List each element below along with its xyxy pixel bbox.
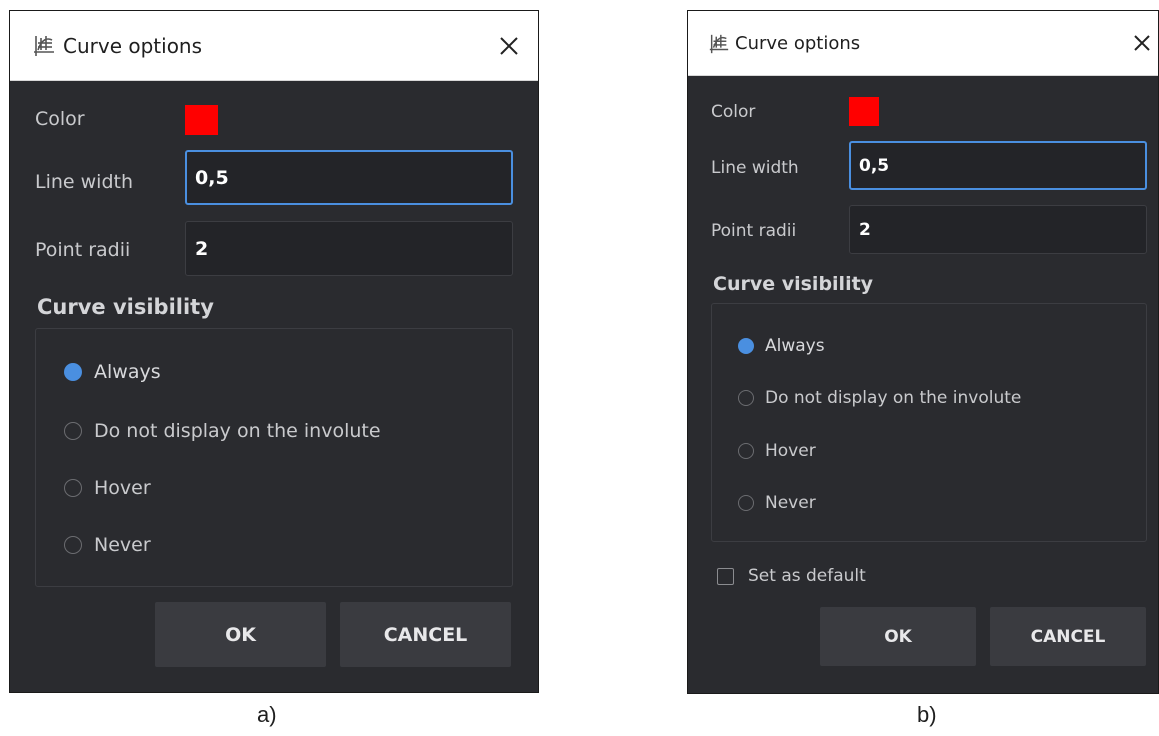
radio-unselected-icon — [64, 479, 82, 497]
radio-label: Hover — [94, 477, 151, 499]
point-radii-label: Point radii — [35, 239, 131, 261]
radio-selected-icon — [738, 338, 754, 354]
curve-options-dialog-a: Curve options Color Line width 0,5 Point… — [9, 10, 539, 693]
radio-label: Always — [765, 336, 825, 356]
radio-label: Never — [765, 493, 816, 513]
point-radii-input[interactable]: 2 — [849, 205, 1147, 254]
point-radii-label: Point radii — [711, 221, 797, 241]
checkbox-unchecked-icon — [717, 567, 734, 585]
line-width-label: Line width — [35, 171, 134, 193]
cancel-button[interactable]: CANCEL — [990, 607, 1146, 666]
radio-unselected-icon — [738, 390, 754, 406]
radio-hover[interactable]: Hover — [738, 441, 816, 461]
dialog-b-titlebar: Curve options — [688, 11, 1158, 76]
curve-visibility-heading: Curve visibility — [37, 295, 214, 319]
curve-visibility-group: Always Do not display on the involute Ho… — [711, 303, 1147, 542]
color-swatch[interactable] — [185, 105, 218, 135]
radio-selected-icon — [64, 363, 82, 381]
radio-label: Hover — [765, 441, 816, 461]
radio-do-not-display[interactable]: Do not display on the involute — [738, 388, 1021, 408]
caption-a: a) — [257, 702, 277, 727]
radio-unselected-icon — [738, 443, 754, 459]
radio-unselected-icon — [738, 495, 754, 511]
dialog-title: Curve options — [735, 33, 861, 54]
set-as-default-label: Set as default — [748, 566, 866, 586]
curve-options-dialog-b: Curve options Color Line width 0,5 Point… — [687, 10, 1159, 694]
dialog-a-titlebar: Curve options — [10, 11, 538, 81]
radio-always[interactable]: Always — [64, 361, 161, 383]
set-as-default-checkbox[interactable]: Set as default — [717, 566, 866, 586]
cancel-button[interactable]: CANCEL — [340, 602, 511, 667]
point-radii-input[interactable]: 2 — [185, 221, 513, 276]
curve-tool-icon — [708, 33, 730, 59]
ok-button[interactable]: OK — [820, 607, 976, 666]
dialog-title: Curve options — [63, 34, 203, 58]
radio-label: Do not display on the involute — [765, 388, 1022, 408]
radio-label: Always — [94, 361, 161, 383]
ok-button[interactable]: OK — [155, 602, 326, 667]
color-label: Color — [711, 102, 756, 122]
curve-tool-icon — [32, 34, 56, 62]
color-swatch[interactable] — [849, 97, 879, 126]
radio-label: Never — [94, 534, 151, 556]
radio-do-not-display[interactable]: Do not display on the involute — [64, 420, 381, 442]
color-label: Color — [35, 108, 85, 130]
caption-b: b) — [917, 702, 937, 727]
line-width-label: Line width — [711, 158, 799, 178]
curve-visibility-heading: Curve visibility — [713, 273, 874, 295]
close-icon[interactable] — [498, 35, 520, 61]
radio-label: Do not display on the involute — [94, 420, 381, 442]
line-width-input[interactable]: 0,5 — [185, 150, 513, 205]
line-width-input[interactable]: 0,5 — [849, 141, 1147, 190]
radio-always[interactable]: Always — [738, 336, 825, 356]
curve-visibility-group: Always Do not display on the involute Ho… — [35, 328, 513, 587]
radio-unselected-icon — [64, 422, 82, 440]
radio-unselected-icon — [64, 536, 82, 554]
radio-never[interactable]: Never — [64, 534, 151, 556]
close-icon[interactable] — [1132, 33, 1152, 57]
radio-never[interactable]: Never — [738, 493, 816, 513]
radio-hover[interactable]: Hover — [64, 477, 151, 499]
